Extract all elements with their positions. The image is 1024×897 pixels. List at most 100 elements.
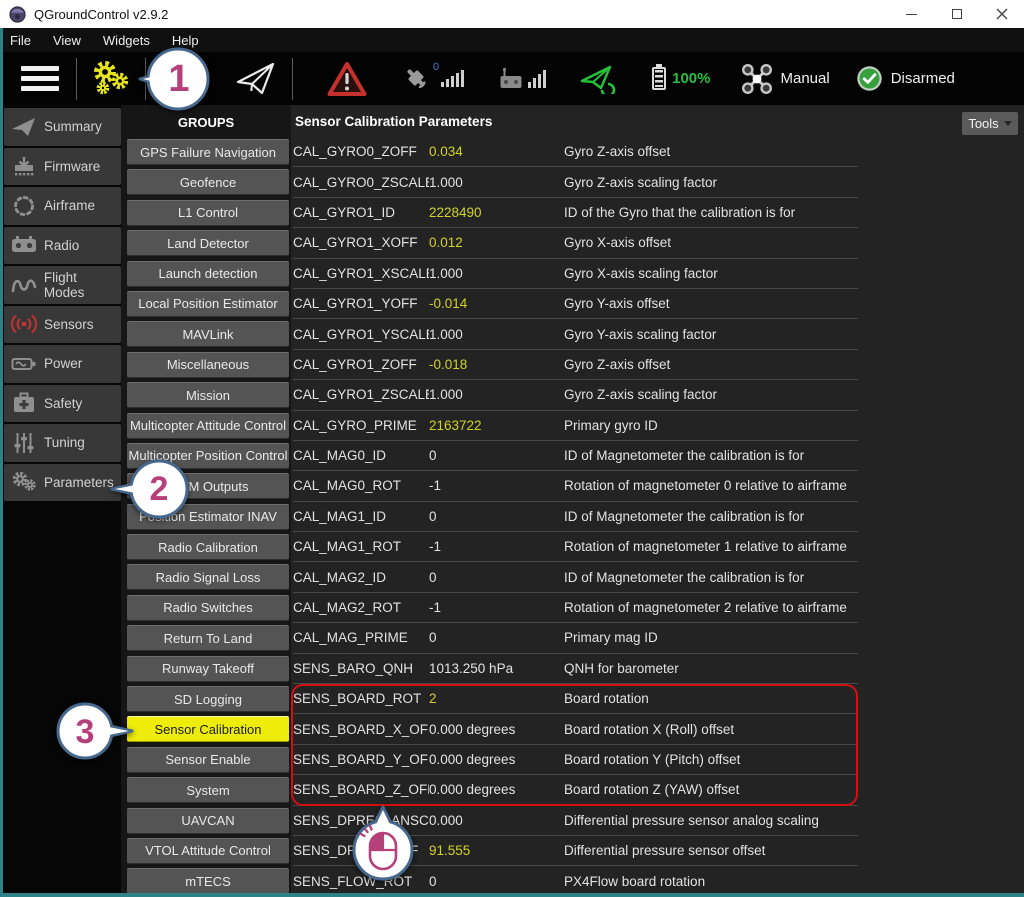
parameter-description: Gyro Y-axis offset xyxy=(564,296,858,311)
group-button[interactable]: VTOL Attitude Control xyxy=(127,838,289,864)
arm-status-indicator[interactable]: Disarmed xyxy=(856,65,955,92)
parameter-row[interactable]: CAL_MAG1_ROT -1 Rotation of magnetometer… xyxy=(293,532,858,562)
parameter-name: CAL_MAG_PRIME xyxy=(293,630,429,645)
parameter-row[interactable]: CAL_MAG2_ID 0 ID of Magnetometer the cal… xyxy=(293,562,858,592)
parameter-value: -0.018 xyxy=(429,357,564,372)
sidebar-item[interactable]: Power xyxy=(4,345,121,383)
group-button[interactable]: Geofence xyxy=(127,169,289,195)
close-button[interactable] xyxy=(979,0,1024,28)
group-button[interactable]: Runway Takeoff xyxy=(127,656,289,682)
group-button[interactable]: Sensor Enable xyxy=(127,747,289,773)
menu-item[interactable]: File xyxy=(10,33,31,48)
tools-button[interactable]: Tools xyxy=(962,112,1018,135)
sidebar-item[interactable]: Firmware xyxy=(4,148,121,186)
parameter-value: 1.000 xyxy=(429,175,564,190)
parameter-row[interactable]: CAL_MAG0_ID 0 ID of Magnetometer the cal… xyxy=(293,441,858,471)
parameter-name: CAL_GYRO_PRIME xyxy=(293,418,429,433)
parameter-row[interactable]: CAL_GYRO_PRIME 2163722 Primary gyro ID xyxy=(293,411,858,441)
parameter-row[interactable]: CAL_MAG1_ID 0 ID of Magnetometer the cal… xyxy=(293,502,858,532)
group-button[interactable]: MAVLink xyxy=(127,321,289,347)
group-button[interactable]: Radio Signal Loss xyxy=(127,564,289,590)
parameter-row[interactable]: CAL_GYRO1_ZSCALE 1.000 Gyro Z-axis scali… xyxy=(293,380,858,410)
chevron-down-icon xyxy=(1004,121,1012,126)
parameter-row[interactable]: CAL_GYRO1_ZOFF -0.018 Gyro Z-axis offset xyxy=(293,350,858,380)
firmware-download-icon xyxy=(4,155,44,177)
sidebar-item[interactable]: Summary xyxy=(4,108,121,146)
menu-item[interactable]: View xyxy=(53,33,81,48)
group-button[interactable]: mTECS xyxy=(127,868,289,894)
rc-signal-bars-icon xyxy=(528,70,546,88)
sidebar-item[interactable]: Safety xyxy=(4,385,121,423)
setup-gears-button[interactable] xyxy=(77,59,145,99)
group-button[interactable]: Mission xyxy=(127,382,289,408)
parameter-row[interactable]: CAL_MAG2_ROT -1 Rotation of magnetometer… xyxy=(293,593,858,623)
flight-mode-indicator[interactable]: Manual xyxy=(741,63,830,95)
group-button[interactable]: Local Position Estimator xyxy=(127,291,289,317)
sidebar-item[interactable]: Sensors xyxy=(4,306,121,344)
group-button[interactable]: Sensor Calibration xyxy=(127,716,289,742)
sidebar-item-label: Flight Modes xyxy=(44,270,121,300)
group-button[interactable]: UAVCAN xyxy=(127,808,289,834)
group-button[interactable]: L1 Control xyxy=(127,200,289,226)
parameter-name: CAL_GYRO0_ZOFF xyxy=(293,144,429,159)
wave-icon xyxy=(4,274,44,296)
parameter-name: CAL_GYRO1_YSCALE xyxy=(293,327,429,342)
group-button[interactable]: Land Detector xyxy=(127,230,289,256)
parameter-row[interactable]: CAL_GYRO1_YSCALE 1.000 Gyro Y-axis scali… xyxy=(293,319,858,349)
group-button[interactable]: GPS Failure Navigation xyxy=(127,139,289,165)
group-button[interactable]: System xyxy=(127,777,289,803)
gps-signal-bars-icon xyxy=(441,70,464,87)
parameter-row[interactable]: CAL_MAG0_ROT -1 Rotation of magnetometer… xyxy=(293,471,858,501)
parameter-value: -1 xyxy=(429,600,564,615)
parameter-row[interactable]: CAL_GYRO1_XSCALE 1.000 Gyro X-axis scali… xyxy=(293,259,858,289)
parameter-row[interactable]: CAL_GYRO1_ID 2228490 ID of the Gyro that… xyxy=(293,198,858,228)
parameter-row[interactable]: CAL_GYRO1_YOFF -0.014 Gyro Y-axis offset xyxy=(293,289,858,319)
titlebar: QGroundControl v2.9.2 xyxy=(0,0,1024,28)
red-highlight-rectangle xyxy=(291,684,858,806)
parameter-row[interactable]: CAL_GYRO0_ZOFF 0.034 Gyro Z-axis offset xyxy=(293,137,858,167)
parameter-row[interactable]: CAL_GYRO0_ZSCALE 1.000 Gyro Z-axis scali… xyxy=(293,167,858,197)
parameter-description: Primary mag ID xyxy=(564,630,858,645)
message-indicator-button[interactable] xyxy=(327,61,367,97)
sidebar-item[interactable]: Radio xyxy=(4,227,121,265)
gears-yellow-icon xyxy=(89,59,133,99)
sidebar-item[interactable]: Airframe xyxy=(4,187,121,225)
sidebar-item-label: Power xyxy=(44,356,82,371)
group-button[interactable]: Miscellaneous xyxy=(127,352,289,378)
minimize-button[interactable] xyxy=(889,0,934,28)
paper-plane-icon xyxy=(4,116,44,138)
parameter-row[interactable]: CAL_GYRO1_XOFF 0.012 Gyro X-axis offset xyxy=(293,228,858,258)
radio-controller-icon xyxy=(4,235,44,255)
parameter-description: Gyro X-axis offset xyxy=(564,235,858,250)
group-button[interactable]: Radio Calibration xyxy=(127,534,289,560)
group-button[interactable]: Multicopter Attitude Control xyxy=(127,413,289,439)
parameter-name: CAL_MAG1_ROT xyxy=(293,539,429,554)
sidebar-item-label: Tuning xyxy=(44,435,85,450)
group-button[interactable]: Launch detection xyxy=(127,261,289,287)
sidebar-item[interactable]: Flight Modes xyxy=(4,266,121,304)
telemetry-indicator[interactable] xyxy=(580,64,616,94)
sidebar-item[interactable]: Tuning xyxy=(4,424,121,462)
hamburger-menu-button[interactable] xyxy=(3,66,76,91)
qgc-logo-icon xyxy=(9,6,26,23)
fly-view-button[interactable] xyxy=(220,61,292,97)
gps-indicator[interactable]: 0 xyxy=(403,65,464,93)
group-button[interactable]: Radio Switches xyxy=(127,595,289,621)
parameter-row[interactable]: SENS_BARO_QNH 1013.250 hPa QNH for barom… xyxy=(293,654,858,684)
parameter-description: Gyro Z-axis scaling factor xyxy=(564,175,858,190)
parameter-description: Gyro X-axis scaling factor xyxy=(564,266,858,281)
rc-indicator[interactable] xyxy=(498,66,546,92)
sidebar-item[interactable]: Parameters xyxy=(4,464,121,502)
parameter-description: ID of Magnetometer the calibration is fo… xyxy=(564,570,858,585)
satellite-icon xyxy=(403,65,431,93)
maximize-button[interactable] xyxy=(934,0,979,28)
parameter-row[interactable]: CAL_MAG_PRIME 0 Primary mag ID xyxy=(293,623,858,653)
sidebar-item-label: Radio xyxy=(44,238,79,253)
battery-indicator[interactable]: 100% xyxy=(616,67,710,90)
sidebar-item-label: Parameters xyxy=(44,475,114,490)
group-button[interactable]: Return To Land xyxy=(127,625,289,651)
parameter-name: CAL_GYRO1_ZSCALE xyxy=(293,387,429,402)
parameter-description: QNH for barometer xyxy=(564,661,858,676)
group-button[interactable]: SD Logging xyxy=(127,686,289,712)
parameter-name: CAL_GYRO1_ZOFF xyxy=(293,357,429,372)
